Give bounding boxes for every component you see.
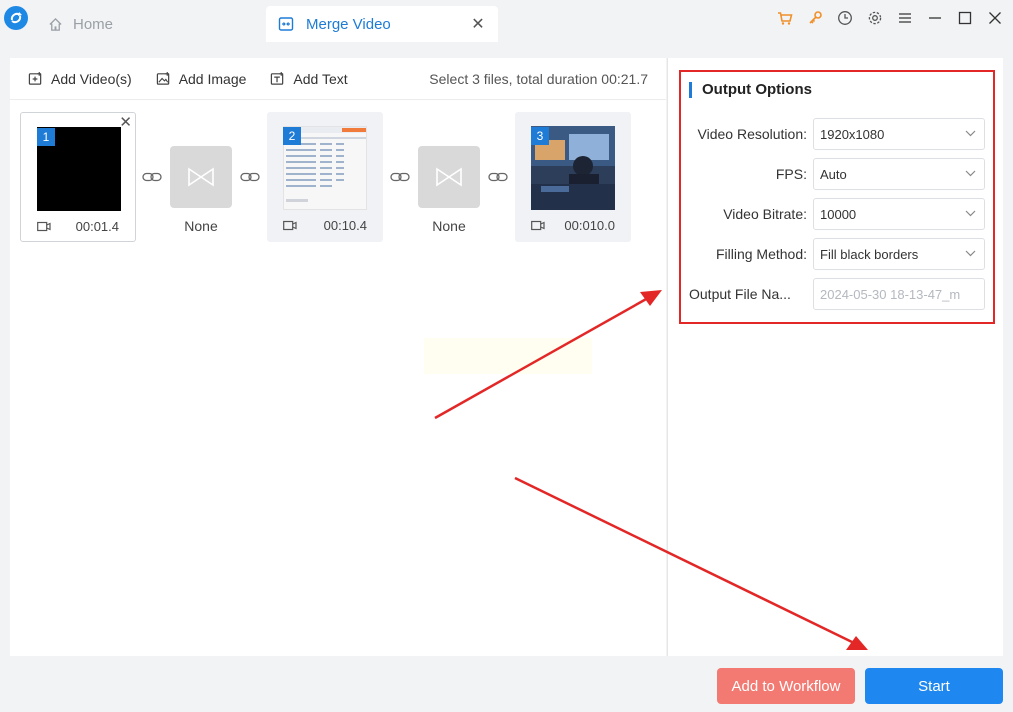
bitrate-select[interactable]: 10000 <box>813 198 985 230</box>
chevron-down-icon <box>965 210 976 217</box>
close-window-icon[interactable] <box>983 6 1007 30</box>
tab-home[interactable]: Home <box>40 8 121 40</box>
output-options-panel: Output Options Video Resolution: 1920x10… <box>667 58 1003 656</box>
video-camera-icon <box>37 221 51 232</box>
chevron-down-icon <box>965 130 976 137</box>
clip-1[interactable]: 1 ✕ 00:01.4 <box>20 112 136 242</box>
add-image-label: Add Image <box>178 70 247 87</box>
link-icon[interactable] <box>488 170 508 184</box>
add-to-workflow-button[interactable]: Add to Workflow <box>717 668 855 704</box>
clip-3-duration: 00:010.0 <box>564 218 615 233</box>
merge-icon <box>278 17 294 31</box>
clip-2-number: 2 <box>283 127 301 145</box>
cart-icon[interactable] <box>773 6 797 30</box>
bitrate-label: Video Bitrate: <box>723 206 807 222</box>
fps-select[interactable]: Auto <box>813 158 985 190</box>
tab-merge-video-label: Merge Video <box>306 15 391 33</box>
clip-1-number: 1 <box>37 128 55 146</box>
clip-2-duration: 00:10.4 <box>323 218 367 233</box>
tab-home-label: Home <box>73 15 114 33</box>
toolbar: Add Video(s) Add Image Add Text Select 3… <box>10 58 666 100</box>
clip-3[interactable]: 3 00:010.0 <box>515 112 631 242</box>
chevron-down-icon <box>965 170 976 177</box>
link-icon[interactable] <box>240 170 260 184</box>
key-icon[interactable] <box>803 6 827 30</box>
add-videos-label: Add Video(s) <box>51 70 132 87</box>
filling-method-select[interactable]: Fill black borders <box>813 238 985 270</box>
history-icon[interactable] <box>833 6 857 30</box>
clip-3-number: 3 <box>531 127 549 145</box>
tab-merge-video[interactable]: Merge Video ✕ <box>266 6 498 42</box>
output-filename-input[interactable] <box>813 278 985 310</box>
menu-icon[interactable] <box>893 6 917 30</box>
link-icon[interactable] <box>390 170 410 184</box>
transition-icon <box>436 167 462 187</box>
transition-1-label: None <box>184 218 218 234</box>
fps-label: FPS: <box>775 166 807 182</box>
fps-value: Auto <box>820 167 847 182</box>
output-options-title: Output Options <box>689 82 812 98</box>
add-video-icon <box>28 71 42 85</box>
watermark <box>424 338 592 374</box>
chevron-down-icon <box>965 250 976 257</box>
close-tab-icon[interactable]: ✕ <box>470 14 486 34</box>
resolution-select[interactable]: 1920x1080 <box>813 118 985 150</box>
add-text-button[interactable]: Add Text <box>270 70 348 87</box>
fps-row: FPS: Auto <box>681 158 997 190</box>
start-button[interactable]: Start <box>865 668 1003 704</box>
clip-1-duration: 00:01.4 <box>75 219 119 234</box>
add-image-button[interactable]: Add Image <box>156 70 247 87</box>
resolution-value: 1920x1080 <box>820 127 885 142</box>
video-camera-icon <box>531 220 545 231</box>
add-videos-button[interactable]: Add Video(s) <box>28 71 132 87</box>
app-logo-icon <box>4 6 28 30</box>
filling-row: Filling Method: Fill black borders <box>681 238 997 270</box>
clip-2[interactable]: 2 00:10.4 <box>267 112 383 242</box>
gear-icon[interactable] <box>863 6 887 30</box>
bitrate-row: Video Bitrate: 10000 <box>681 198 997 230</box>
filename-row: Output File Na... <box>681 278 997 310</box>
highlight-box: Output Options Video Resolution: 1920x10… <box>679 70 995 324</box>
link-icon[interactable] <box>142 170 162 184</box>
resolution-label: Video Resolution: <box>697 126 807 142</box>
filename-label: Output File Na... <box>689 286 791 302</box>
filling-label: Filling Method: <box>715 246 807 262</box>
minimize-icon[interactable] <box>923 6 947 30</box>
video-camera-icon <box>283 220 297 231</box>
add-text-label: Add Text <box>293 70 348 87</box>
transition-2-label: None <box>432 218 466 234</box>
remove-clip-icon[interactable]: ✕ <box>119 113 132 131</box>
add-image-icon <box>156 71 169 85</box>
transition-1[interactable] <box>170 146 232 208</box>
transition-icon <box>188 167 214 187</box>
selection-status: Select 3 files, total duration 00:21.7 <box>429 70 648 87</box>
home-icon <box>49 17 62 31</box>
transition-2[interactable] <box>418 146 480 208</box>
filling-value: Fill black borders <box>820 247 919 262</box>
resolution-row: Video Resolution: 1920x1080 <box>681 118 997 150</box>
maximize-icon[interactable] <box>953 6 977 30</box>
title-bar: Home Merge Video ✕ <box>0 0 1013 46</box>
bitrate-value: 10000 <box>820 207 857 222</box>
add-text-icon <box>271 71 284 85</box>
